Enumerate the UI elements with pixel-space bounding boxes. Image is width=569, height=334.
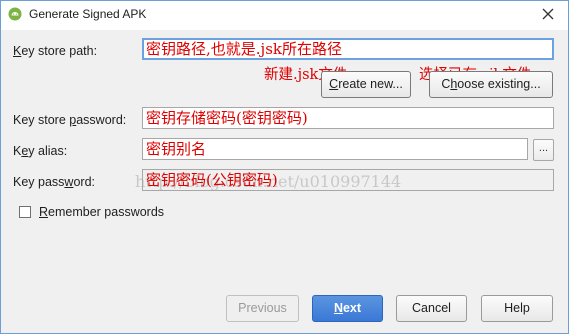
android-icon [8,7,22,21]
previous-button[interactable]: Previous [226,295,299,322]
key-password-label: Key password: [13,175,95,189]
key-store-password-input[interactable]: 密钥存储密码(密钥密码) [142,107,554,129]
close-icon[interactable] [540,6,556,22]
title-bar: Generate Signed APK [1,1,568,30]
remember-passwords-label[interactable]: Remember passwords [39,205,164,219]
dialog-content: Key store path: 密钥路径,也就是.jsk所在路径 新建.jsk文… [1,30,568,333]
next-button[interactable]: Next [312,295,383,322]
window-title: Generate Signed APK [29,7,147,21]
cancel-button[interactable]: Cancel [396,295,467,322]
help-button[interactable]: Help [481,295,553,322]
choose-existing-button[interactable]: Choose existing... [429,71,553,98]
key-alias-label: Key alias: [13,144,68,158]
key-alias-input[interactable]: 密钥别名 [142,138,528,160]
key-store-path-input[interactable]: 密钥路径,也就是.jsk所在路径 [142,38,554,60]
remember-passwords-checkbox[interactable] [19,206,31,218]
key-store-path-label: Key store path: [13,44,98,58]
key-password-input[interactable]: 密钥密码(公钥密码) [142,169,554,191]
key-alias-browse-button[interactable]: ... [533,139,554,161]
create-new-button[interactable]: Create new... [321,71,411,98]
generate-signed-apk-dialog: Generate Signed APK Key store path: 密钥路径… [0,0,569,334]
key-store-password-label: Key store password: [13,113,127,127]
